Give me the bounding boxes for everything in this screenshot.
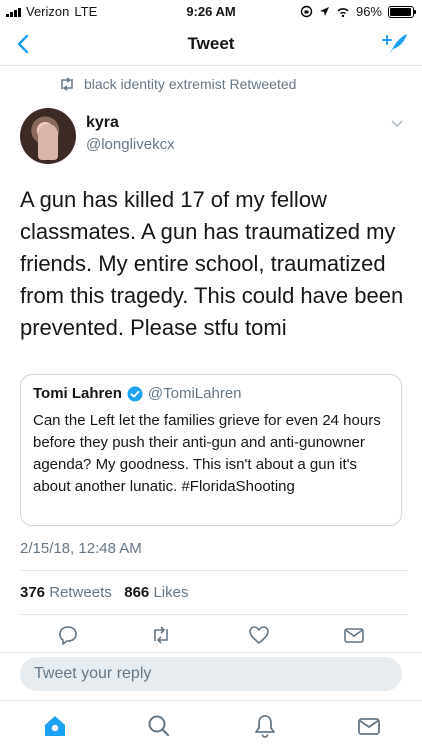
retweets-count: 376	[20, 584, 46, 601]
status-bar: Verizon LTE 9:26 AM 96%	[0, 0, 422, 24]
like-button[interactable]	[248, 624, 270, 646]
page-title: Tweet	[187, 34, 235, 53]
tab-messages[interactable]	[356, 713, 382, 739]
compose-tweet-icon	[382, 34, 407, 54]
retweet-icon	[154, 626, 168, 644]
avatar[interactable]	[20, 108, 76, 164]
tab-bar	[0, 700, 422, 750]
author-display-name[interactable]: kyra	[86, 114, 119, 132]
tab-notifications[interactable]	[252, 713, 278, 739]
retweets-label: Retweets	[49, 584, 112, 601]
quoted-tweet-header: Tomi Lahren @TomiLahren	[33, 385, 389, 402]
tab-search[interactable]	[146, 713, 172, 739]
battery-icon	[388, 5, 416, 18]
likes-stat[interactable]: 866 Likes	[124, 584, 188, 601]
retweets-stat[interactable]: 376 Retweets	[20, 584, 112, 601]
home-icon	[45, 716, 65, 736]
likes-label: Likes	[153, 584, 189, 601]
tweet-actions	[0, 622, 422, 650]
verified-badge-icon	[127, 386, 143, 401]
retweet-icon	[61, 77, 73, 91]
divider	[20, 614, 408, 615]
battery-percent: 96%	[355, 4, 382, 19]
share-icon	[344, 628, 364, 643]
retweet-context-text: black identity extremist Retweeted	[84, 76, 297, 92]
chevron-down-icon	[391, 120, 403, 128]
quoted-author-name: Tomi Lahren	[33, 385, 122, 402]
battery-fill	[390, 7, 412, 16]
divider	[20, 570, 408, 571]
status-right: 96%	[300, 4, 416, 19]
tab-home[interactable]	[42, 713, 68, 739]
quoted-tweet-text: Can the Left let the families grieve for…	[33, 412, 381, 495]
tweet-text: A gun has killed 17 of my fellow classma…	[20, 187, 404, 340]
tweet-menu-button[interactable]	[390, 116, 404, 130]
compose-button[interactable]	[380, 30, 410, 58]
share-button[interactable]	[343, 624, 365, 646]
reply-button[interactable]	[57, 624, 79, 646]
search-icon	[148, 715, 170, 737]
reply-input[interactable]	[20, 657, 402, 691]
notifications-icon	[255, 715, 275, 738]
tweet-stats: 376 Retweets 866 Likes	[20, 584, 188, 601]
like-icon	[249, 626, 269, 644]
retweet-button[interactable]	[150, 624, 172, 646]
messages-icon	[358, 718, 380, 735]
author-handle[interactable]: @longlivekcx	[86, 136, 175, 153]
reply-bar	[0, 652, 422, 696]
quoted-tweet[interactable]: Tomi Lahren @TomiLahren Can the Left let…	[20, 374, 402, 526]
reply-icon	[59, 626, 77, 645]
wifi-calling-icon	[337, 7, 349, 17]
location-icon	[319, 7, 329, 16]
quoted-author-handle: @TomiLahren	[147, 385, 242, 402]
lock-rotation-icon	[300, 5, 313, 18]
tweet-timestamp: 2/15/18, 12:48 AM	[20, 540, 142, 557]
likes-count: 866	[124, 584, 150, 601]
retweet-context[interactable]: black identity extremist Retweeted	[58, 76, 296, 92]
nav-bar: Tweet	[0, 24, 422, 66]
